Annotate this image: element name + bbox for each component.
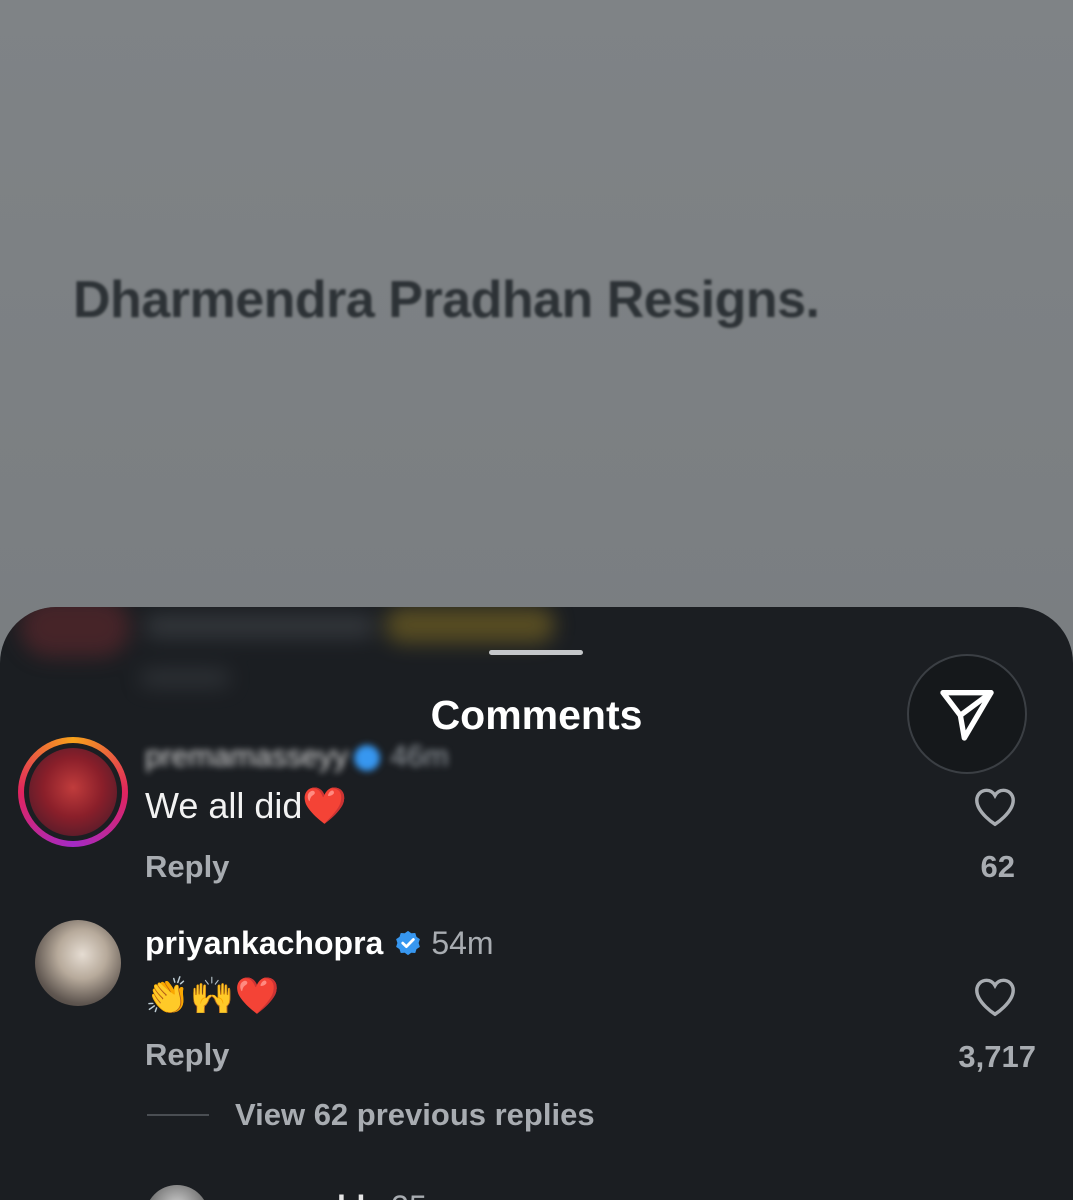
heart-icon[interactable] <box>972 785 1018 829</box>
verified-badge-icon <box>354 745 381 772</box>
comment-time: 35m <box>391 1189 453 1200</box>
share-button[interactable] <box>907 654 1027 774</box>
paper-plane-icon <box>940 690 994 741</box>
comment-text: 👏🙌❤️ <box>145 975 280 1016</box>
reply-button[interactable]: Reply <box>145 849 229 885</box>
comment-header: aparnable 35m <box>232 1189 453 1200</box>
comment-username[interactable]: premamasseyy <box>145 740 348 773</box>
view-replies-button[interactable]: View 62 previous replies <box>147 1097 595 1133</box>
sheet-drag-handle[interactable] <box>489 650 583 655</box>
like-count: 62 <box>980 849 1015 884</box>
comment-time: 46m <box>390 740 449 773</box>
comment-username-blurred[interactable]: premamasseyy 46m <box>145 740 449 774</box>
post-image: Dharmendra Pradhan Resigns. <box>0 0 1073 640</box>
comment-text: We all did❤️ <box>145 785 348 826</box>
comments-sheet: Comments premamasseyy 46m We all did❤️ Re… <box>0 607 1073 1200</box>
comment-username[interactable]: priyankachopra <box>145 925 383 962</box>
post-headline: Dharmendra Pradhan Resigns. <box>73 271 820 329</box>
view-replies-label[interactable]: View 62 previous replies <box>235 1097 595 1133</box>
comment-time: 54m <box>431 925 494 961</box>
verified-badge-icon <box>396 930 421 955</box>
reply-button[interactable]: Reply <box>145 1037 229 1073</box>
comment-username[interactable]: aparnable <box>232 1189 383 1200</box>
avatar[interactable] <box>35 920 121 1006</box>
heart-icon[interactable] <box>972 975 1018 1019</box>
avatar[interactable] <box>145 1185 209 1200</box>
comment-header: priyankachopra 54m <box>145 925 494 962</box>
avatar[interactable] <box>29 748 117 836</box>
next-comment-item: aparnable 35m <box>0 1177 1073 1200</box>
like-count: 3,717 <box>958 1039 1036 1074</box>
divider <box>147 1114 209 1116</box>
